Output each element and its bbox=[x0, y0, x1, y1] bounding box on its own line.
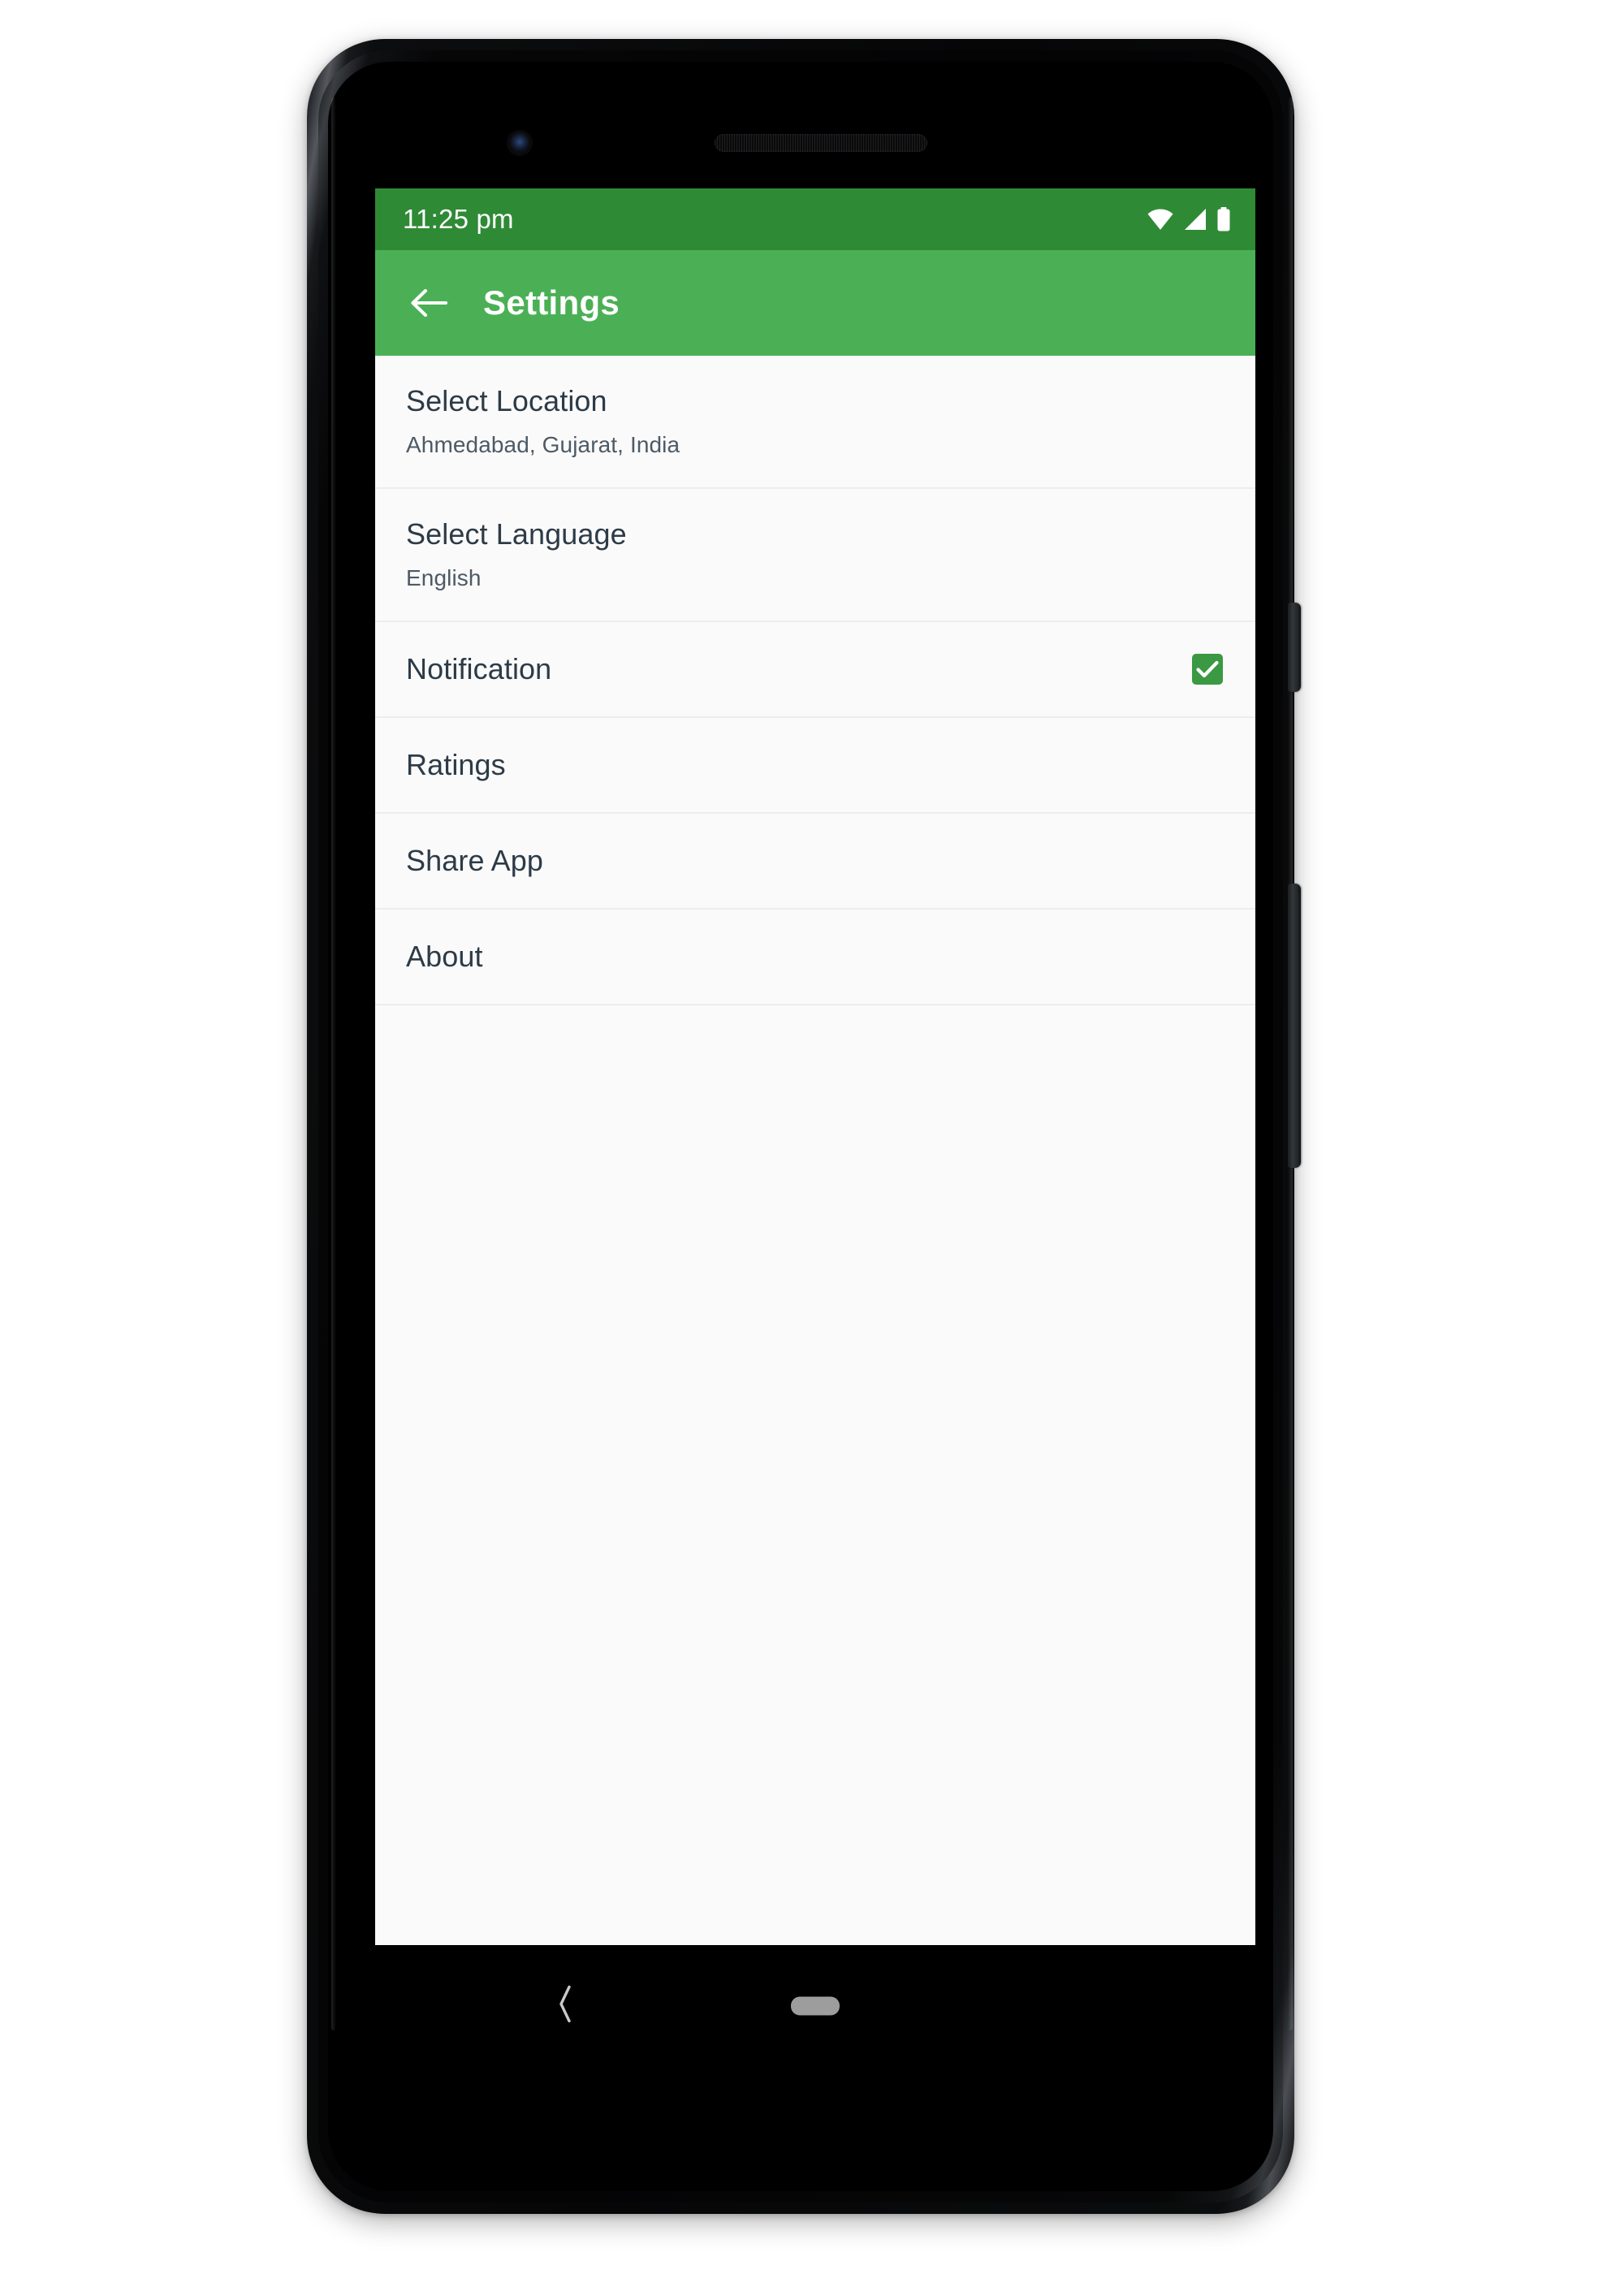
row-text: Notification bbox=[406, 651, 1192, 685]
row-text: Share App bbox=[406, 843, 1228, 877]
settings-row-about[interactable]: About bbox=[375, 910, 1255, 1005]
settings-row-select-language[interactable]: Select Language English bbox=[375, 489, 1255, 622]
cellular-signal-icon bbox=[1185, 209, 1206, 230]
settings-row-notification[interactable]: Notification bbox=[375, 622, 1255, 718]
battery-icon bbox=[1217, 207, 1230, 231]
row-text: About bbox=[406, 940, 1228, 973]
power-button[interactable] bbox=[1288, 603, 1301, 692]
page-title: Settings bbox=[483, 283, 620, 322]
volume-rocker-button[interactable] bbox=[1288, 884, 1301, 1168]
settings-row-title: About bbox=[406, 939, 483, 973]
settings-row-select-location[interactable]: Select Location Ahmedabad, Gujarat, Indi… bbox=[375, 356, 1255, 489]
screenshot-stage: 11:25 pm Settings Select Location Ahmeda… bbox=[0, 0, 1624, 2274]
settings-row-title: Share App bbox=[406, 843, 544, 877]
status-bar: 11:25 pm bbox=[375, 188, 1255, 250]
settings-row-subtitle: English bbox=[406, 565, 482, 591]
wifi-icon bbox=[1147, 209, 1173, 230]
nav-back-chevron-icon[interactable] bbox=[555, 1984, 577, 2029]
row-text: Select Language English bbox=[406, 517, 1228, 591]
row-text: Select Location Ahmedabad, Gujarat, Indi… bbox=[406, 383, 1228, 458]
settings-row-subtitle: Ahmedabad, Gujarat, India bbox=[406, 432, 680, 458]
back-arrow-icon[interactable] bbox=[403, 277, 455, 329]
settings-row-share-app[interactable]: Share App bbox=[375, 814, 1255, 910]
checkmark-icon bbox=[1196, 660, 1219, 678]
settings-row-ratings[interactable]: Ratings bbox=[375, 718, 1255, 814]
settings-row-title: Ratings bbox=[406, 747, 506, 781]
status-bar-icons bbox=[1147, 207, 1231, 231]
system-navigation-bar bbox=[375, 1945, 1255, 2067]
nav-home-handle[interactable] bbox=[791, 1996, 840, 2016]
earpiece-speaker-icon bbox=[715, 134, 927, 152]
settings-row-title: Notification bbox=[406, 651, 552, 685]
settings-list: Select Location Ahmedabad, Gujarat, Indi… bbox=[375, 356, 1255, 1945]
front-camera-icon bbox=[509, 132, 530, 153]
settings-row-title: Select Location bbox=[406, 383, 607, 417]
row-text: Ratings bbox=[406, 747, 1228, 781]
status-bar-clock: 11:25 pm bbox=[403, 204, 514, 234]
app-bar: Settings bbox=[375, 250, 1255, 356]
app-viewport: 11:25 pm Settings Select Location Ahmeda… bbox=[375, 188, 1255, 1945]
notification-checkbox[interactable] bbox=[1192, 654, 1223, 685]
settings-row-title: Select Language bbox=[406, 517, 627, 551]
